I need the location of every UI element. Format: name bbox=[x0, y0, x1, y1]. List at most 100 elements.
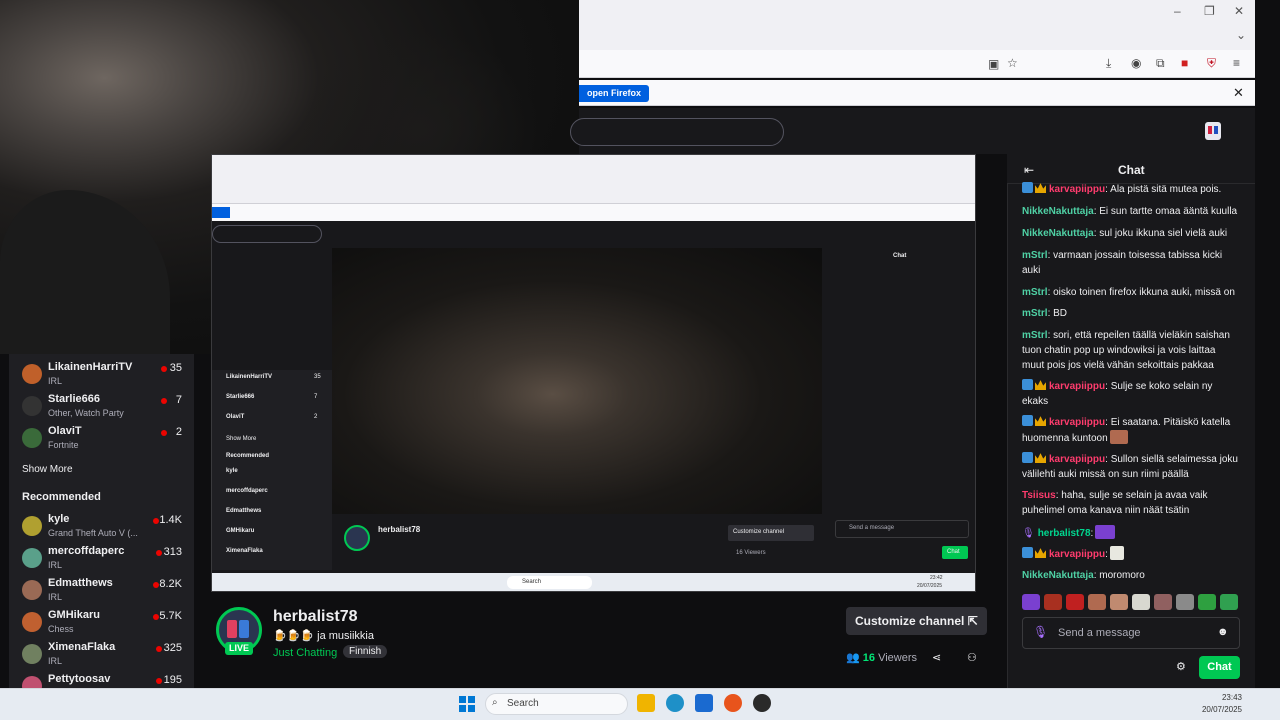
emote-icon[interactable] bbox=[1220, 594, 1238, 610]
chat-text: : Ala pistä sitä mutea pois. bbox=[1105, 184, 1222, 195]
file-explorer-icon[interactable] bbox=[637, 694, 655, 712]
chat-username[interactable]: karvapiippu bbox=[1049, 381, 1105, 392]
chat-username[interactable]: Tsiisus bbox=[1022, 490, 1056, 501]
avatar bbox=[22, 428, 42, 448]
reader-icon[interactable]: ▣ bbox=[988, 57, 999, 71]
notification-bar bbox=[579, 80, 1255, 106]
nested-count: 35 bbox=[314, 374, 321, 380]
store-icon[interactable] bbox=[695, 694, 713, 712]
viewer-count: 7 bbox=[175, 394, 182, 406]
search-input[interactable] bbox=[570, 118, 784, 146]
collapse-chat-icon[interactable]: ⇤ bbox=[1024, 163, 1034, 177]
user-avatar[interactable] bbox=[1205, 122, 1221, 140]
live-dot-icon bbox=[161, 398, 167, 404]
chat-username[interactable]: mStrl bbox=[1022, 330, 1048, 341]
emote-icon[interactable] bbox=[1110, 594, 1128, 610]
chat-username[interactable]: NikkeNakuttaja bbox=[1022, 206, 1094, 217]
chat-username[interactable]: karvapiippu bbox=[1049, 417, 1105, 428]
taskbar-search-label: Search bbox=[507, 698, 539, 709]
chat-username[interactable]: herbalist78 bbox=[1038, 528, 1091, 539]
sidebar-channel[interactable]: kyle Grand Theft Auto V (... 1.4K bbox=[9, 512, 194, 544]
language-tag[interactable]: Finnish bbox=[343, 645, 388, 658]
sidebar-channel[interactable]: XimenaFlaka IRL 325 bbox=[9, 640, 194, 672]
emote-icon[interactable] bbox=[1066, 594, 1084, 610]
channel-name: OlaviT bbox=[48, 425, 82, 437]
sidebar-channel[interactable]: Pettytoosav 195 bbox=[9, 672, 194, 688]
chat-text: : sori, että repeilen täällä vieläkin sa… bbox=[1022, 330, 1230, 371]
emote-icon[interactable] bbox=[1198, 594, 1216, 610]
menu-icon[interactable]: ≡ bbox=[1233, 56, 1240, 70]
goose-emote-icon bbox=[1109, 546, 1124, 560]
chat-username[interactable]: NikkeNakuttaja bbox=[1022, 228, 1094, 239]
avatar bbox=[22, 580, 42, 600]
nested-channel: kyle bbox=[226, 468, 238, 474]
firefox-icon[interactable] bbox=[724, 694, 742, 712]
restore-icon[interactable]: ❐ bbox=[1204, 4, 1215, 18]
channel-title[interactable]: herbalist78 bbox=[273, 608, 357, 626]
obs-icon[interactable] bbox=[753, 694, 771, 712]
viewer-count: 195 bbox=[163, 674, 182, 686]
share-icon[interactable]: ⋖ bbox=[932, 651, 941, 664]
viewer-count: 313 bbox=[163, 546, 182, 558]
microphone-icon: 🎙 bbox=[1033, 625, 1049, 639]
windows-start-icon[interactable] bbox=[459, 696, 475, 712]
chat-message: mStrl: BD bbox=[1022, 306, 1240, 321]
chat-username[interactable]: karvapiippu bbox=[1049, 184, 1105, 195]
chat-username[interactable]: karvapiippu bbox=[1049, 454, 1105, 465]
ublock-icon[interactable]: ⛨ bbox=[1207, 56, 1216, 71]
chat-message: 🎙 herbalist78: bbox=[1022, 525, 1240, 541]
emote-icon[interactable] bbox=[1176, 594, 1194, 610]
chat-text: : varmaan jossain toisessa tabissa kicki… bbox=[1022, 250, 1223, 276]
emote-icon[interactable] bbox=[1088, 594, 1106, 610]
minimize-icon[interactable]: – bbox=[1174, 4, 1181, 18]
chat-username[interactable]: mStrl bbox=[1022, 308, 1048, 319]
browser-toolbar bbox=[579, 50, 1255, 78]
avatar bbox=[22, 612, 42, 632]
emote-icon[interactable] bbox=[1044, 594, 1062, 610]
chevron-down-icon[interactable]: ⌄ bbox=[1236, 28, 1246, 42]
viewer-count: 35 bbox=[169, 362, 182, 374]
nested-channel: Starlie666 bbox=[226, 394, 255, 400]
sidebar-channel[interactable]: LikainenHarriTV IRL 35 bbox=[9, 360, 194, 392]
avatar bbox=[22, 676, 42, 688]
chat-username[interactable]: mStrl bbox=[1022, 287, 1048, 298]
chat-send-button[interactable]: Chat bbox=[1199, 656, 1240, 679]
chat-username[interactable]: NikkeNakuttaja bbox=[1022, 570, 1094, 581]
sidebar-channel[interactable]: Starlie666 Other, Watch Party 7 bbox=[9, 392, 194, 424]
nested-channel: mercoffdaperc bbox=[226, 488, 268, 494]
chat-username[interactable]: karvapiippu bbox=[1049, 549, 1105, 560]
close-notification-icon[interactable]: ✕ bbox=[1233, 85, 1244, 101]
prime-badge-icon bbox=[1022, 379, 1033, 390]
chat-message: NikkeNakuttaja: sul joku ikkuna siel vie… bbox=[1022, 226, 1240, 241]
sidebar-channel[interactable]: mercoffdaperc IRL 313 bbox=[9, 544, 194, 576]
account-icon[interactable]: ◉ bbox=[1131, 56, 1141, 70]
edge-icon[interactable] bbox=[666, 694, 684, 712]
prime-badge-icon bbox=[1022, 415, 1033, 426]
extensions-icon[interactable]: ⧉ bbox=[1156, 56, 1165, 71]
bookmark-star-icon[interactable]: ☆ bbox=[1007, 56, 1018, 70]
download-icon[interactable]: ⤓ bbox=[1106, 56, 1111, 71]
sidebar-channel[interactable]: Edmatthews IRL 8.2K bbox=[9, 576, 194, 608]
emote-icon[interactable] bbox=[1132, 594, 1150, 610]
external-link-icon: ⇱ bbox=[967, 614, 978, 628]
viewer-count: 5.7K bbox=[159, 610, 182, 622]
sidebar-channel[interactable]: GMHikaru Chess 5.7K bbox=[9, 608, 194, 640]
stream-title: 🍺🍺🍺 ja musiikkia bbox=[273, 630, 374, 642]
viewer-count: 1.4K bbox=[159, 514, 182, 526]
gear-icon[interactable]: ⚙ bbox=[1176, 660, 1186, 673]
emoji-picker-icon[interactable]: ☻ bbox=[1217, 626, 1229, 638]
nested-time: 23:42 bbox=[930, 575, 943, 581]
emote-icon[interactable] bbox=[1154, 594, 1172, 610]
avatar bbox=[22, 644, 42, 664]
show-more-link[interactable]: Show More bbox=[22, 464, 73, 475]
sidebar-channel[interactable]: OlaviT Fortnite 2 bbox=[9, 424, 194, 456]
add-friend-icon[interactable]: ⚇ bbox=[967, 651, 977, 664]
extension-red-icon[interactable]: ■ bbox=[1181, 56, 1188, 70]
stream-category[interactable]: Just Chatting bbox=[273, 647, 337, 659]
close-window-icon[interactable]: ✕ bbox=[1234, 4, 1244, 18]
customize-channel-button[interactable]: Customize channel ⇱ bbox=[846, 607, 987, 635]
emote-icon[interactable] bbox=[1022, 594, 1040, 610]
channel-game: IRL bbox=[48, 560, 63, 570]
open-firefox-button[interactable]: open Firefox bbox=[579, 85, 650, 102]
chat-username[interactable]: mStrl bbox=[1022, 250, 1048, 261]
